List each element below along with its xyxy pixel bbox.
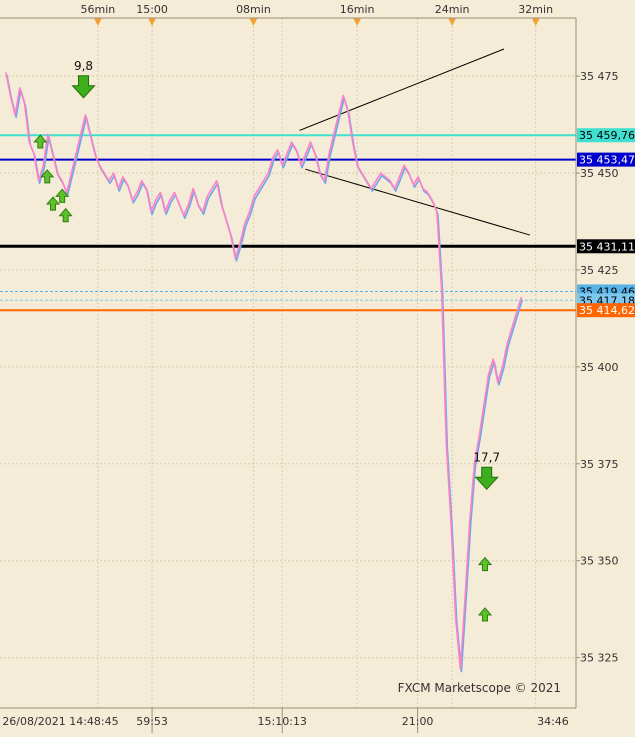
price-tag-label: 35 414,62 bbox=[579, 304, 635, 317]
top-time-label: 16min bbox=[340, 3, 375, 16]
bottom-time-label: 26/08/2021 14:48:45 bbox=[2, 715, 118, 728]
bottom-time-label: 59:53 bbox=[136, 715, 168, 728]
top-time-label: 24min bbox=[435, 3, 470, 16]
y-tick-label: 35 350 bbox=[580, 555, 619, 568]
y-tick-label: 35 375 bbox=[580, 458, 619, 471]
bottom-time-label: 34:46 bbox=[537, 715, 569, 728]
price-tag-label: 35 431,11 bbox=[579, 240, 635, 253]
y-tick-label: 35 475 bbox=[580, 70, 619, 83]
price-chart[interactable]: 9,8 17,7 35 475 35 450 35 425 35 400 35 375 35… bbox=[0, 0, 635, 733]
top-time-label: 15:00 bbox=[136, 3, 168, 16]
bottom-time-label: 15:10:13 bbox=[258, 715, 307, 728]
y-tick-label: 35 400 bbox=[580, 361, 619, 374]
watermark: FXCM Marketscope © 2021 bbox=[398, 681, 561, 695]
y-tick-label: 35 425 bbox=[580, 264, 619, 277]
y-tick-label: 35 325 bbox=[580, 652, 619, 665]
signal-annotation-label: 17,7 bbox=[473, 451, 500, 465]
price-tag-label: 35 453,47 bbox=[579, 154, 635, 167]
top-time-label: 08min bbox=[236, 3, 271, 16]
bottom-time-label: 21:00 bbox=[402, 715, 434, 728]
top-time-label: 56min bbox=[81, 3, 116, 16]
chart-root: 9,8 17,7 35 475 35 450 35 425 35 400 35 375 35… bbox=[0, 0, 635, 733]
signal-annotation-label: 9,8 bbox=[74, 59, 93, 73]
y-tick-label: 35 450 bbox=[580, 167, 619, 180]
top-time-label: 32min bbox=[518, 3, 553, 16]
price-tag-label: 35 459,76 bbox=[579, 129, 635, 142]
